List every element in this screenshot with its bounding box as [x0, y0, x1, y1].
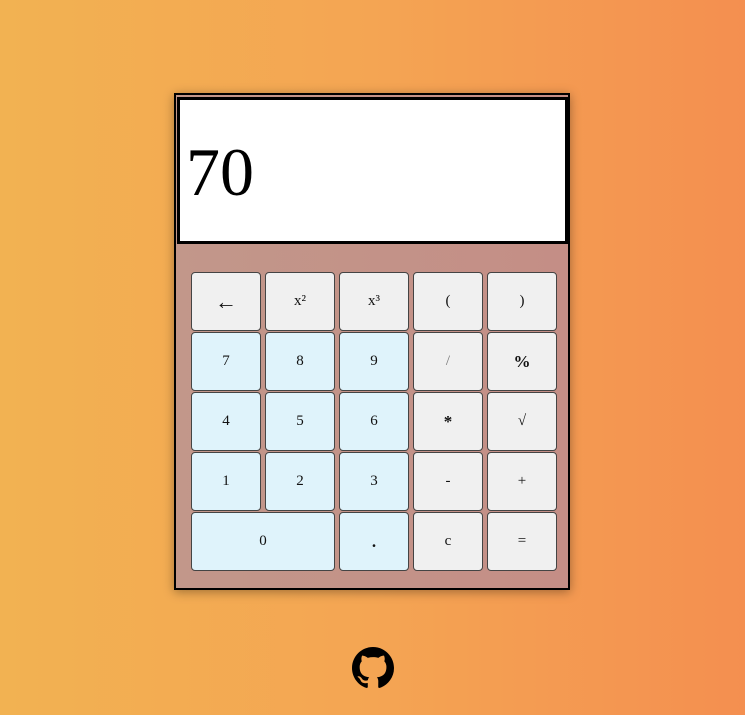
sqrt-button[interactable]: √: [487, 392, 557, 451]
github-link[interactable]: [352, 647, 394, 689]
square-button[interactable]: x²: [265, 272, 335, 331]
digit-0-button[interactable]: 0: [191, 512, 335, 571]
digit-5-button[interactable]: 5: [265, 392, 335, 451]
equals-button[interactable]: =: [487, 512, 557, 571]
backspace-button[interactable]: ←: [191, 272, 261, 331]
digit-9-button[interactable]: 9: [339, 332, 409, 391]
digit-3-button[interactable]: 3: [339, 452, 409, 511]
digit-1-button[interactable]: 1: [191, 452, 261, 511]
plus-button[interactable]: +: [487, 452, 557, 511]
digit-2-button[interactable]: 2: [265, 452, 335, 511]
digit-8-button[interactable]: 8: [265, 332, 335, 391]
percent-button[interactable]: %: [487, 332, 557, 391]
calculator: 70 ← x² x³ ( ) 7 8 9 / % 4 5 6 * √ 1 2 3…: [174, 93, 570, 590]
clear-button[interactable]: c: [413, 512, 483, 571]
close-paren-button[interactable]: ): [487, 272, 557, 331]
minus-button[interactable]: -: [413, 452, 483, 511]
keypad: ← x² x³ ( ) 7 8 9 / % 4 5 6 * √ 1 2 3 - …: [191, 272, 557, 571]
digit-7-button[interactable]: 7: [191, 332, 261, 391]
divide-button[interactable]: /: [413, 332, 483, 391]
calculator-display: 70: [177, 97, 568, 244]
github-icon: [352, 647, 394, 688]
decimal-button[interactable]: .: [339, 512, 409, 571]
multiply-button[interactable]: *: [413, 392, 483, 451]
open-paren-button[interactable]: (: [413, 272, 483, 331]
backspace-label: ←: [215, 288, 237, 314]
cube-button[interactable]: x³: [339, 272, 409, 331]
digit-6-button[interactable]: 6: [339, 392, 409, 451]
digit-4-button[interactable]: 4: [191, 392, 261, 451]
